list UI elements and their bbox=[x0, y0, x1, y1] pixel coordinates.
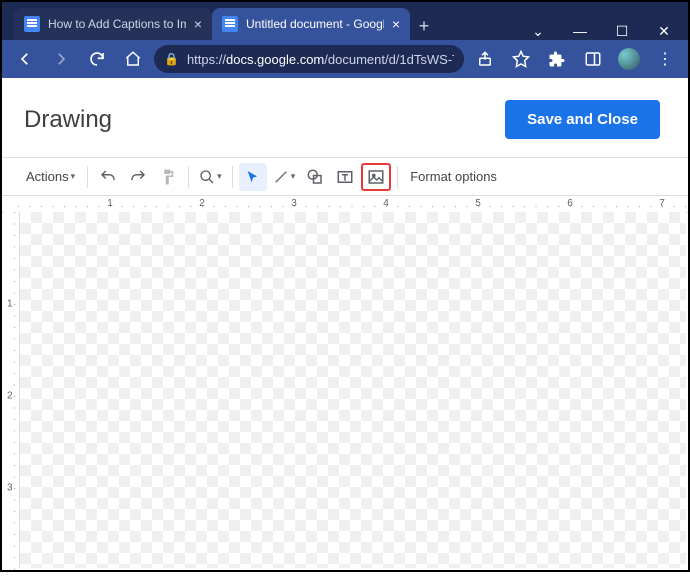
separator bbox=[87, 166, 88, 188]
browser-toolbar: 🔒 https://docs.google.com/document/d/1dT… bbox=[2, 40, 688, 78]
separator bbox=[232, 166, 233, 188]
tab-2-title: Untitled document - Google bbox=[246, 17, 384, 31]
drawing-title: Drawing bbox=[24, 106, 112, 134]
extensions-icon[interactable] bbox=[542, 44, 572, 74]
undo-button[interactable] bbox=[94, 163, 122, 191]
star-icon[interactable] bbox=[506, 44, 536, 74]
drawing-canvas[interactable] bbox=[20, 212, 686, 568]
close-icon[interactable]: × bbox=[392, 16, 400, 32]
maximize-button[interactable]: ☐ bbox=[610, 23, 634, 40]
image-tool[interactable] bbox=[361, 163, 391, 191]
sidepanel-icon[interactable] bbox=[578, 44, 608, 74]
zoom-menu[interactable]: ▾ bbox=[195, 163, 226, 191]
url-text: https://docs.google.com/document/d/1dTsW… bbox=[187, 52, 454, 67]
save-and-close-button[interactable]: Save and Close bbox=[505, 100, 660, 139]
format-options-button[interactable]: Format options bbox=[404, 163, 503, 191]
paint-format-button[interactable] bbox=[154, 163, 182, 191]
select-tool[interactable] bbox=[239, 163, 267, 191]
drawing-toolbar: Actions▾ ▾ ▾ Format options bbox=[2, 157, 688, 195]
shape-tool[interactable] bbox=[301, 163, 329, 191]
home-button[interactable] bbox=[118, 44, 148, 74]
line-tool[interactable]: ▾ bbox=[269, 163, 300, 191]
tab-2[interactable]: Untitled document - Google × bbox=[212, 8, 410, 40]
vertical-ruler: 1 2 3 bbox=[4, 212, 20, 568]
actions-menu[interactable]: Actions▾ bbox=[20, 163, 81, 191]
back-button[interactable] bbox=[10, 44, 40, 74]
window-titlebar: How to Add Captions to Ima × Untitled do… bbox=[2, 2, 688, 40]
tab-1[interactable]: How to Add Captions to Ima × bbox=[14, 8, 212, 40]
separator bbox=[188, 166, 189, 188]
docs-icon bbox=[222, 16, 238, 32]
toolbar-right: ⋮ bbox=[470, 44, 680, 74]
textbox-tool[interactable] bbox=[331, 163, 359, 191]
drawing-header: Drawing Save and Close bbox=[2, 78, 688, 157]
forward-button[interactable] bbox=[46, 44, 76, 74]
caret-down-icon[interactable]: ⌄ bbox=[526, 23, 550, 40]
window-controls: ⌄ — ☐ ✕ bbox=[518, 19, 688, 40]
tab-1-title: How to Add Captions to Ima bbox=[48, 17, 186, 31]
docs-icon bbox=[24, 16, 40, 32]
lock-icon: 🔒 bbox=[164, 52, 179, 66]
menu-button[interactable]: ⋮ bbox=[650, 44, 680, 74]
reload-button[interactable] bbox=[82, 44, 112, 74]
redo-button[interactable] bbox=[124, 163, 152, 191]
tab-strip: How to Add Captions to Ima × Untitled do… bbox=[2, 2, 438, 40]
separator bbox=[397, 166, 398, 188]
share-icon[interactable] bbox=[470, 44, 500, 74]
profile-avatar[interactable] bbox=[614, 44, 644, 74]
new-tab-button[interactable]: + bbox=[410, 12, 438, 40]
drawing-canvas-area: 1 2 3 bbox=[4, 212, 686, 568]
horizontal-ruler: 1 2 3 4 5 6 7 bbox=[2, 195, 688, 213]
minimize-button[interactable]: — bbox=[568, 23, 592, 39]
address-bar[interactable]: 🔒 https://docs.google.com/document/d/1dT… bbox=[154, 45, 464, 73]
close-window-button[interactable]: ✕ bbox=[652, 23, 676, 40]
close-icon[interactable]: × bbox=[194, 16, 202, 32]
